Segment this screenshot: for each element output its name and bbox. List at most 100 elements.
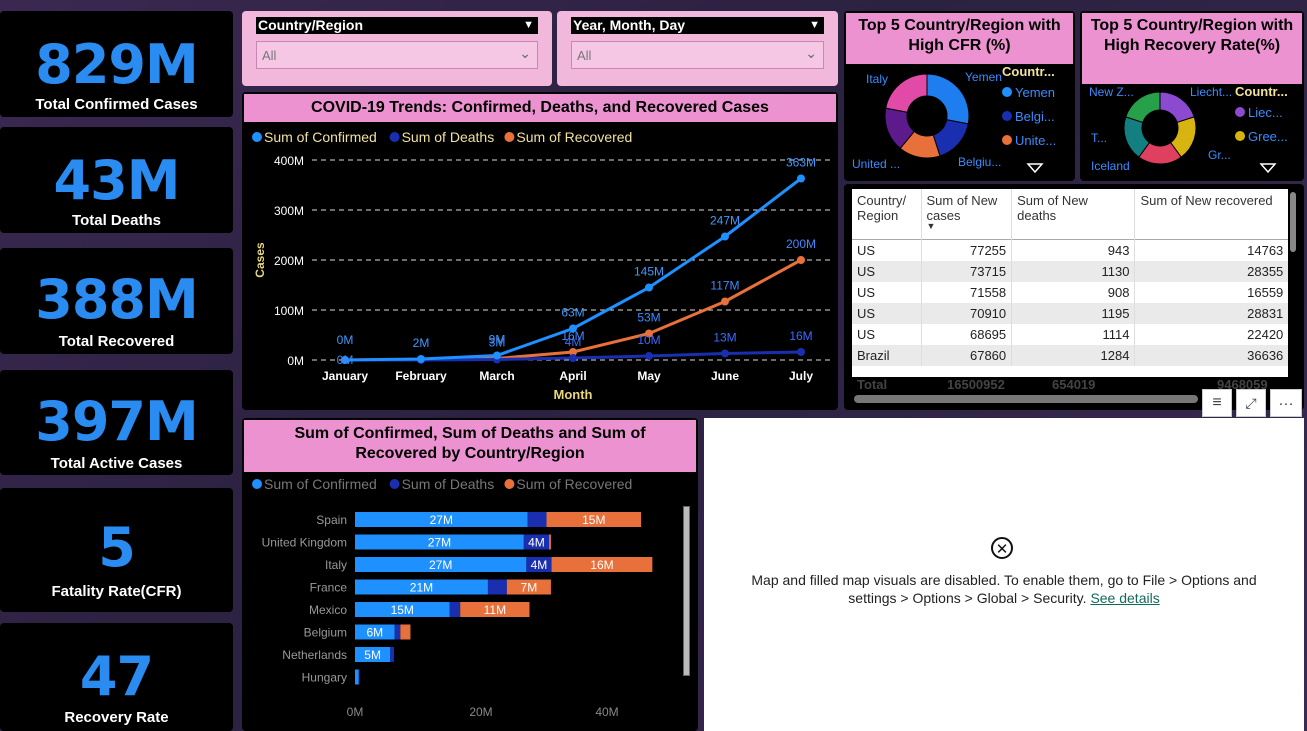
data-label: 63M xyxy=(561,306,584,320)
horizontal-scrollbar[interactable] xyxy=(854,395,1198,403)
legend-title: Countr... xyxy=(1002,64,1055,79)
trend-chart-panel[interactable]: COVID-19 Trends: Confirmed, Deaths, and … xyxy=(242,92,838,410)
cell: 1114 xyxy=(1011,324,1136,345)
legend-scroll-down-icon xyxy=(1026,163,1044,174)
legend-marker xyxy=(252,132,262,142)
legend-marker xyxy=(504,132,515,142)
slicer-header[interactable]: Country/Region ▼ xyxy=(256,17,538,34)
chevron-down-icon[interactable]: ▼ xyxy=(809,17,820,34)
map-visual[interactable]: ✕ Map and filled map visuals are disable… xyxy=(704,418,1304,731)
y-axis-title: Cases xyxy=(253,242,267,278)
recovery-donut-panel[interactable]: Top 5 Country/Region with High Recovery … xyxy=(1080,11,1304,181)
slicer-dropdown[interactable]: All ⌄ xyxy=(256,41,538,69)
category-label: Italy xyxy=(325,558,347,572)
slicer-header[interactable]: Year, Month, Day ▼ xyxy=(571,17,824,34)
kpi-recovered-card[interactable]: 388M Total Recovered xyxy=(0,248,233,354)
cfr-donut-title: Top 5 Country/Region with High CFR (%) xyxy=(846,13,1073,64)
data-point xyxy=(721,297,729,306)
x-tick-label: February xyxy=(395,369,447,383)
visual-header: ≡ ⤢ … xyxy=(1202,389,1304,417)
data-point xyxy=(797,256,805,264)
legend-label: Belgi... xyxy=(1015,109,1055,124)
data-label: 247M xyxy=(710,214,740,228)
table-row[interactable]: Brazil678601284366362 xyxy=(852,345,1288,366)
more-options-icon[interactable]: … xyxy=(1270,389,1302,417)
legend-marker xyxy=(389,479,400,489)
cell: 68695 xyxy=(921,324,1013,345)
donut-slice xyxy=(926,73,970,125)
cfr-donut-panel[interactable]: Top 5 Country/Region with High CFR (%) I… xyxy=(844,11,1075,181)
table-panel[interactable]: Country/ Region Sum of New cases ▼ Sum of… xyxy=(844,184,1304,410)
cell: 36636 xyxy=(1134,345,1288,366)
y-tick-label: 0M xyxy=(287,354,304,368)
bar-segment xyxy=(358,669,360,685)
focus-mode-icon[interactable]: ⤢ xyxy=(1236,389,1266,417)
column-header[interactable]: Sum of New deaths xyxy=(1011,189,1136,240)
bar-segment xyxy=(549,534,551,550)
legend-marker xyxy=(389,132,400,142)
chevron-down-icon[interactable]: ▼ xyxy=(523,17,534,34)
cell: 943 xyxy=(1011,239,1136,261)
data-point xyxy=(721,349,729,358)
kpi-label: Total Deaths xyxy=(72,212,161,229)
kpi-cfr-card[interactable]: 5 Fatality Rate(CFR) xyxy=(0,488,233,612)
x-tick-label: 0M xyxy=(347,705,364,719)
table-row[interactable]: US686951114224202 xyxy=(852,324,1288,345)
donut-label: United ... xyxy=(852,157,900,171)
kpi-recovery-rate-card[interactable]: 47 Recovery Rate xyxy=(0,623,233,731)
data-point xyxy=(797,174,805,183)
table-row[interactable]: US77255943147632 xyxy=(852,239,1288,261)
table-row[interactable]: US737151130283552 xyxy=(852,261,1288,282)
kpi-confirmed-card[interactable]: 829M Total Confirmed Cases xyxy=(0,11,233,117)
kpi-label: Recovery Rate xyxy=(64,709,169,726)
country-bar-chart: Sum of Confirmed Sum of Deaths Sum of Reco… xyxy=(252,476,653,719)
kpi-active-card[interactable]: 397M Total Active Cases xyxy=(0,370,233,475)
slicer-dropdown[interactable]: All ⌄ xyxy=(571,41,824,69)
cell: 1195 xyxy=(1011,303,1136,324)
table-row[interactable]: US71558908165592 xyxy=(852,282,1288,303)
data-label: 4M xyxy=(528,536,545,550)
bar-segment xyxy=(487,579,507,595)
column-header[interactable]: Country/ Region xyxy=(852,189,922,240)
data-label: 10M xyxy=(637,333,660,347)
data-point xyxy=(645,283,653,292)
recovery-donut-title: Top 5 Country/Region with High Recovery … xyxy=(1082,13,1302,84)
legend-marker xyxy=(1002,111,1012,121)
filter-icon[interactable]: ≡ xyxy=(1202,389,1232,417)
see-details-link[interactable]: See details xyxy=(1090,590,1159,606)
cell: US xyxy=(852,303,922,324)
vertical-scrollbar[interactable] xyxy=(1290,192,1296,252)
cell: US xyxy=(852,282,922,303)
total-cell: 16500952 xyxy=(947,377,1005,392)
x-axis-title: Month xyxy=(554,387,593,402)
donut-slice xyxy=(885,73,928,113)
cell: 1130 xyxy=(1011,261,1136,282)
legend-label: Sum of Recovered xyxy=(516,476,632,492)
data-label: 15M xyxy=(582,513,605,527)
bar-chart-title: Sum of Confirmed, Sum of Deaths and Sum … xyxy=(244,420,696,472)
kpi-label: Total Active Cases xyxy=(50,455,183,472)
cell: 67860 xyxy=(921,345,1013,366)
x-tick-label: July xyxy=(789,369,813,383)
data-label: 15M xyxy=(391,603,414,617)
chevron-down-icon: ⌄ xyxy=(805,45,817,61)
donut-label: Liecht... xyxy=(1190,85,1232,99)
legend-marker xyxy=(1235,131,1245,141)
data-table[interactable]: Country/ Region Sum of New cases ▼ Sum of… xyxy=(852,189,1288,374)
column-header[interactable]: Sum of New cases ▼ xyxy=(921,189,1013,240)
slicer-title: Year, Month, Day xyxy=(573,17,686,33)
column-header[interactable]: Sum of New recovered xyxy=(1134,189,1288,240)
bar-segment xyxy=(394,624,401,640)
kpi-deaths-card[interactable]: 43M Total Deaths xyxy=(0,127,233,233)
table-row[interactable]: US709101195288312 xyxy=(852,303,1288,324)
data-label: 53M xyxy=(637,311,660,325)
slicer-value: All xyxy=(577,48,592,63)
cell: 77255 xyxy=(921,239,1013,261)
kpi-value: 397M xyxy=(35,390,198,453)
vertical-scrollbar[interactable] xyxy=(683,506,690,676)
date-slicer[interactable]: Year, Month, Day ▼ All ⌄ xyxy=(557,11,838,86)
country-slicer[interactable]: Country/Region ▼ All ⌄ xyxy=(242,11,552,86)
kpi-value: 43M xyxy=(53,149,181,212)
x-tick-label: April xyxy=(559,369,586,383)
country-bar-panel[interactable]: Sum of Confirmed, Sum of Deaths and Sum … xyxy=(242,418,698,731)
